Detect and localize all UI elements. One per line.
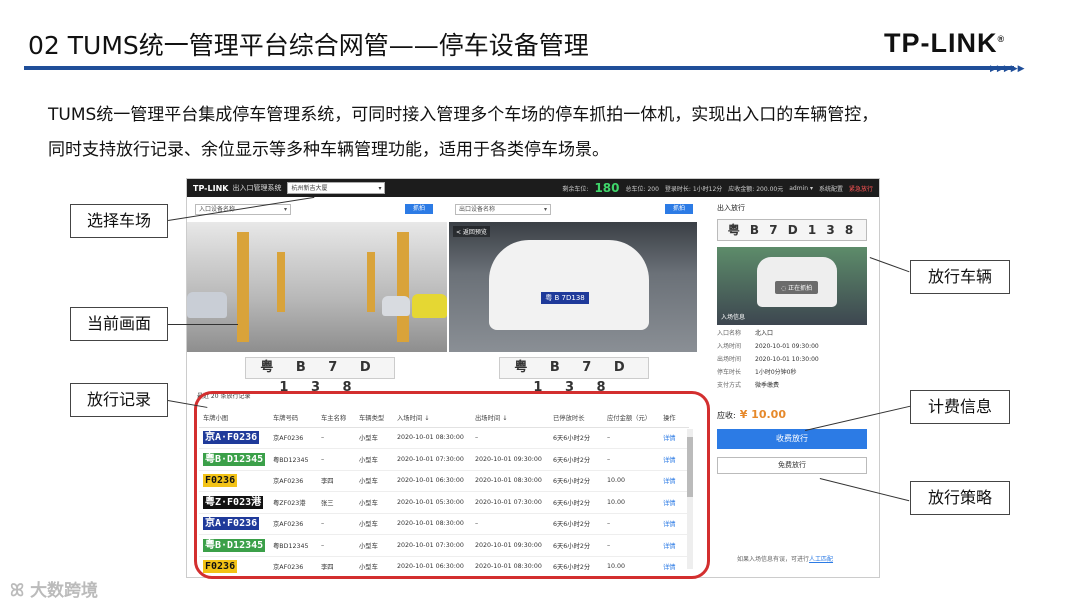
exit-plate-readout: 粤 B 7 D 1 3 8 [499, 357, 649, 395]
free-release-button[interactable]: 免费放行 [717, 457, 867, 474]
title-divider [24, 66, 1014, 70]
capturing-overlay: ◌ 正在抓拍 [775, 281, 819, 294]
info-value: 2020-10-01 09:30:00 [755, 343, 819, 350]
lot-select[interactable]: 杭州新吉大厦 [287, 182, 386, 194]
entry-capture-button[interactable]: 抓拍 [405, 204, 433, 214]
exit-car-shape [489, 240, 649, 330]
info-value: 北入口 [755, 330, 774, 337]
remaining-spaces: 180 [594, 181, 620, 195]
back-to-preview[interactable]: < 返回预览 [453, 226, 490, 237]
info-key: 停车时长 [717, 369, 742, 376]
release-side-panel: 出入放行 粤 B 7 D 1 3 8 ◌ 正在抓拍 入场信息 入口名称 北入口 入场… [717, 203, 875, 573]
info-key: 出场时间 [717, 356, 742, 363]
exit-capture-button[interactable]: 抓拍 [665, 204, 693, 214]
side-panel-title: 出入放行 [717, 204, 745, 212]
settings-link[interactable]: 系统配置 [819, 184, 843, 193]
pillar-shape [367, 252, 375, 312]
info-field: 出场时间 2020-10-01 10:30:00 [717, 356, 875, 364]
pillar-shape [397, 232, 409, 342]
release-plate: 粤 B 7 D 1 3 8 [717, 219, 867, 241]
info-field: 入口名称 北入口 [717, 330, 875, 338]
info-value: 2020-10-01 10:30:00 [755, 356, 819, 363]
entry-info-label: 入场信息 [721, 314, 746, 321]
emergency-release-link[interactable]: 紧急放行 [849, 184, 873, 193]
exit-car-plate: 粤 B 7D138 [541, 292, 589, 304]
info-field: 入场时间 2020-10-01 09:30:00 [717, 343, 875, 351]
app-topbar: TP-LINK 出入口管理系统 杭州新吉大厦 剩余车位: 180 总车位: 20… [187, 179, 879, 197]
callout-select-lot: 选择车场 [70, 204, 168, 238]
parked-car-shape [187, 292, 227, 318]
info-field: 支付方式 微季缴费 [717, 382, 875, 390]
entry-plate-readout: 粤 B 7 D 1 3 8 [245, 357, 395, 395]
fee-label: 应收: [717, 411, 736, 420]
slide-title: 02 TUMS统一管理平台综合网管——停车设备管理 [28, 31, 589, 60]
intro-text: TUMS统一管理平台集成停车管理系统，可同时接入管理多个车场的停车抓拍一体机，实… [48, 98, 1048, 168]
pillar-shape [237, 232, 249, 342]
callout-billing-info: 计费信息 [910, 390, 1010, 424]
login-duration: 登录时长: 1小时12分 [664, 185, 723, 193]
info-key: 支付方式 [717, 382, 742, 389]
manual-match-link[interactable]: 人工匹配 [809, 556, 833, 563]
info-field: 停车时长 1小时0分钟0秒 [717, 369, 875, 377]
receivable-amount: 应收金额: 200.00元 [728, 185, 784, 193]
exit-device-select[interactable]: 出口设备名称 [455, 203, 551, 215]
exit-camera-view: < 返回预览 粤 B 7D138 [449, 222, 697, 352]
callout-release-records: 放行记录 [70, 383, 168, 417]
manual-match-note: 如果入场信息有误，可进行人工匹配 [737, 556, 834, 563]
info-value: 1小时0分钟0秒 [755, 369, 797, 376]
tp-link-logo: TP-LINK® [884, 28, 1006, 58]
entry-camera-view [187, 222, 447, 352]
system-name: 出入口管理系统 [232, 184, 282, 192]
total-spaces: 总车位: 200 [625, 185, 659, 193]
intro-line-2: 同时支持放行记录、余位显示等多种车辆管理功能，适用于各类停车场景。 [48, 140, 609, 160]
remaining-label: 剩余车位: [562, 185, 589, 193]
arrows-decoration: ▶▶▶▶▶ [990, 64, 1025, 74]
info-value: 微季缴费 [755, 382, 780, 389]
callout-release-vehicle: 放行车辆 [910, 260, 1010, 294]
info-key: 入口名称 [717, 330, 742, 337]
entry-snapshot: ◌ 正在抓拍 入场信息 [717, 247, 867, 325]
charge-release-button[interactable]: 收费放行 [717, 429, 867, 449]
callout-current-view: 当前画面 [70, 307, 168, 341]
entry-info-fields: 入口名称 北入口入场时间 2020-10-01 09:30:00 出场时间 2020-1… [717, 330, 875, 390]
topbar-status: 剩余车位: 180 总车位: 200 登录时长: 1小时12分 应收金额: 20… [562, 179, 873, 197]
records-highlight-oval [194, 391, 710, 579]
watermark: ꕤ 大数跨境 [10, 581, 99, 601]
parked-car-shape [382, 296, 410, 316]
app-logo: TP-LINK [193, 183, 229, 193]
intro-line-1: TUMS统一管理平台集成停车管理系统，可同时接入管理多个车场的停车抓拍一体机，实… [48, 105, 879, 125]
exit-controls: 出口设备名称 [455, 203, 551, 215]
pillar-shape [277, 252, 285, 312]
leader-line [168, 324, 238, 325]
callout-release-policy: 放行策略 [910, 481, 1010, 515]
parked-car-shape [412, 294, 447, 318]
info-key: 入场时间 [717, 343, 742, 350]
user-menu[interactable]: admin ▾ [789, 185, 813, 192]
fee-amount: ¥ 10.00 [739, 408, 786, 421]
